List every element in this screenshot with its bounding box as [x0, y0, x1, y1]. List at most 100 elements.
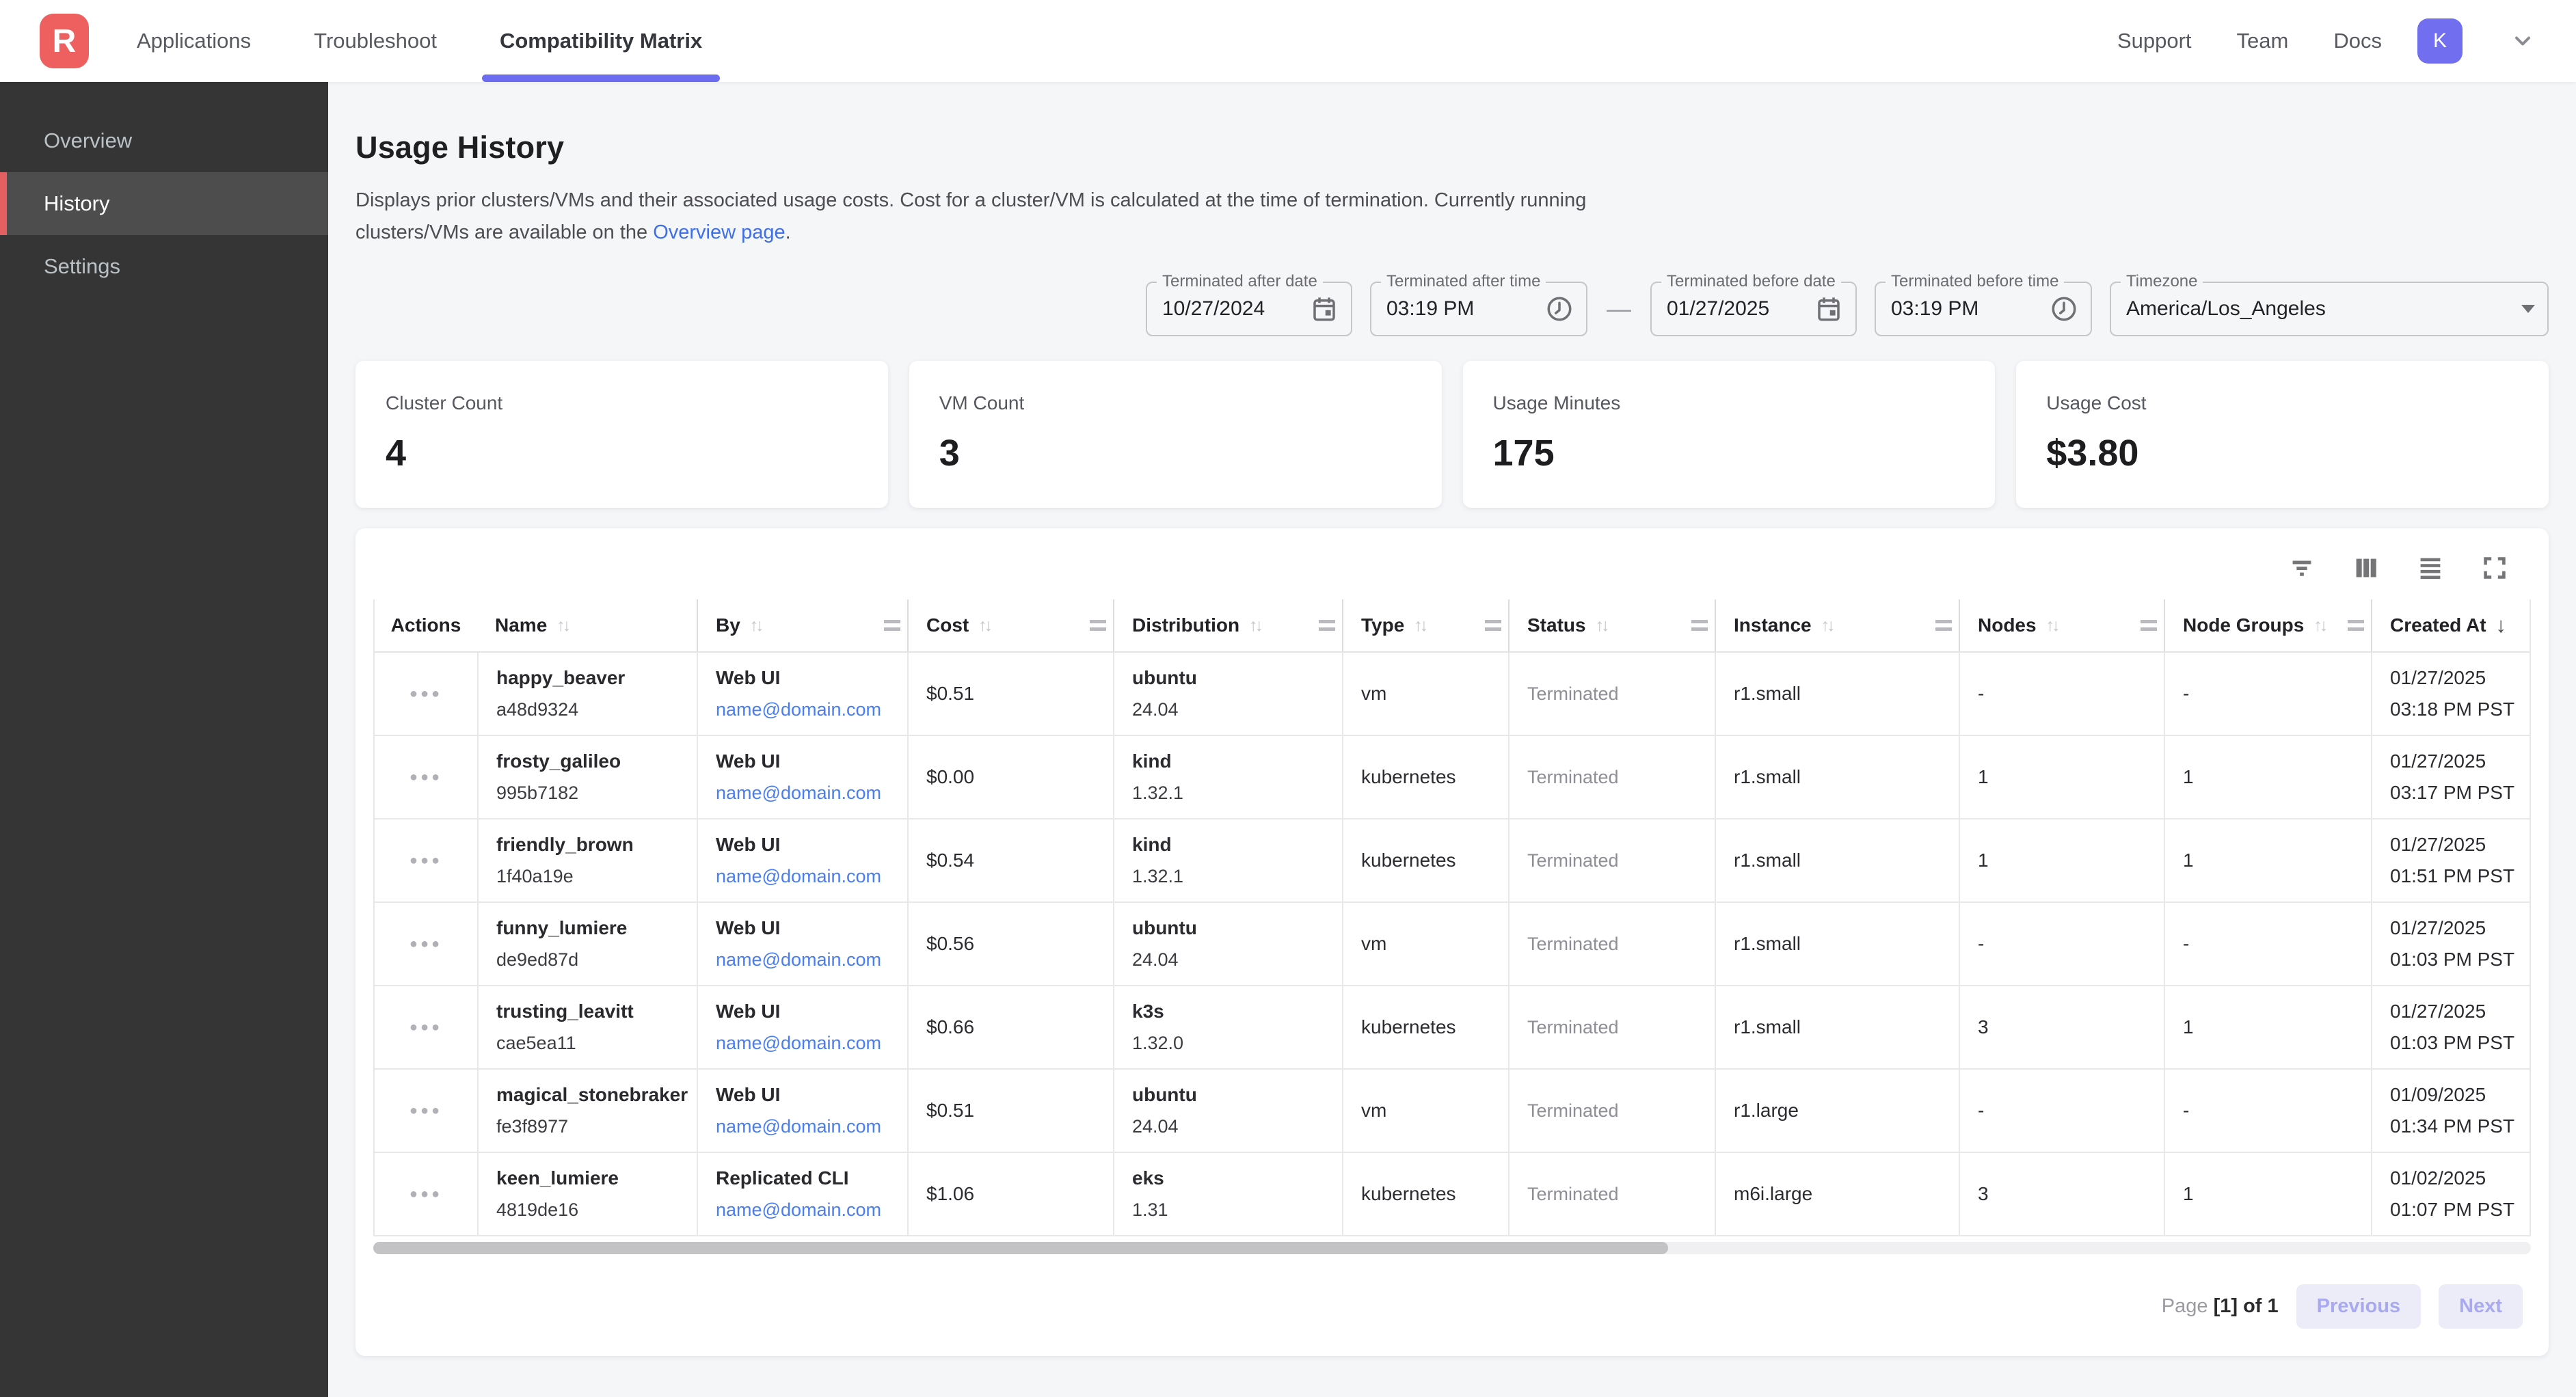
nav-link-docs[interactable]: Docs — [2333, 29, 2382, 53]
row-actions-button[interactable]: ●●● — [410, 1186, 442, 1202]
range-dash: — — [1607, 295, 1631, 323]
column-resize-handle[interactable] — [884, 620, 900, 631]
terminated-before-date-field[interactable]: Terminated before date 01/27/2025 — [1650, 282, 1857, 336]
status-badge: Terminated — [1527, 934, 1619, 955]
column-resize-handle[interactable] — [1691, 620, 1708, 631]
column-header-node-groups[interactable]: Node Groups↑↓ — [2164, 599, 2371, 651]
terminated-after-date-field[interactable]: Terminated after date 10/27/2024 — [1146, 282, 1352, 336]
stat-cards: Cluster Count 4 VM Count 3 Usage Minutes… — [355, 361, 2549, 508]
table-row: ●●● frosty_galileo995b7182 Web UIname@do… — [375, 736, 2530, 819]
sidebar-item-overview[interactable]: Overview — [0, 109, 328, 172]
email-link[interactable]: name@domain.com — [716, 1115, 881, 1138]
main-content: Usage History Displays prior clusters/VM… — [328, 82, 2576, 1397]
email-link[interactable]: name@domain.com — [716, 1198, 881, 1221]
avatar[interactable]: K — [2417, 18, 2463, 64]
sort-icon: ↑↓ — [978, 616, 990, 636]
status-badge: Terminated — [1527, 850, 1619, 871]
email-link[interactable]: name@domain.com — [716, 698, 881, 721]
column-resize-handle[interactable] — [1935, 620, 1952, 631]
sort-icon: ↑↓ — [1249, 616, 1261, 636]
sort-icon: ↑↓ — [2313, 616, 2325, 636]
column-resize-handle[interactable] — [2348, 620, 2364, 631]
row-actions-button[interactable]: ●●● — [410, 686, 442, 702]
filter-icon — [2286, 552, 2318, 584]
next-button[interactable]: Next — [2439, 1284, 2523, 1329]
column-header-by[interactable]: By↑↓ — [697, 599, 907, 651]
clock-icon[interactable] — [1545, 295, 1574, 323]
sidebar-item-history[interactable]: History — [0, 172, 328, 235]
page-indicator: Page [1] of 1 — [2162, 1295, 2279, 1318]
column-resize-handle[interactable] — [2141, 620, 2157, 631]
email-link[interactable]: name@domain.com — [716, 781, 881, 804]
density-icon — [2415, 552, 2446, 584]
pagination: Page [1] of 1 Previous Next — [373, 1284, 2531, 1329]
table-toolbar — [373, 546, 2531, 590]
calendar-icon[interactable] — [1814, 295, 1843, 323]
status-badge: Terminated — [1527, 683, 1619, 705]
stat-card-vm-count: VM Count 3 — [909, 361, 1442, 508]
page-description: Displays prior clusters/VMs and their as… — [355, 185, 2549, 249]
timezone-select[interactable]: Timezone America/Los_Angeles — [2110, 282, 2549, 336]
table-row: ●●● happy_beavera48d9324 Web UIname@doma… — [375, 653, 2530, 736]
nav-link-team[interactable]: Team — [2237, 29, 2289, 53]
table-header-row: Actions Name↑↓ By↑↓ Cost↑↓ Distribution↑… — [375, 599, 2530, 653]
terminated-before-time-field[interactable]: Terminated before time 03:19 PM — [1875, 282, 2092, 336]
density-button[interactable] — [2415, 552, 2446, 584]
column-header-name[interactable]: Name↑↓ — [477, 599, 697, 651]
column-resize-handle[interactable] — [1485, 620, 1501, 631]
sort-desc-icon: ↓ — [2496, 613, 2507, 638]
column-resize-handle[interactable] — [1090, 620, 1106, 631]
calendar-icon[interactable] — [1310, 295, 1339, 323]
status-badge: Terminated — [1527, 1100, 1619, 1122]
column-header-type[interactable]: Type↑↓ — [1342, 599, 1508, 651]
nav-item-applications[interactable]: Applications — [137, 0, 251, 82]
column-header-created-at[interactable]: Created At↓ — [2371, 599, 2530, 651]
nav-link-support[interactable]: Support — [2117, 29, 2192, 53]
sidebar-item-settings[interactable]: Settings — [0, 235, 328, 298]
column-header-status[interactable]: Status↑↓ — [1508, 599, 1715, 651]
horizontal-scrollbar[interactable] — [373, 1242, 2531, 1254]
email-link[interactable]: name@domain.com — [716, 865, 881, 888]
filter-bar: Terminated after date 10/27/2024 Termina… — [355, 282, 2549, 336]
usage-table-card: Actions Name↑↓ By↑↓ Cost↑↓ Distribution↑… — [355, 528, 2549, 1356]
columns-button[interactable] — [2350, 552, 2382, 584]
email-link[interactable]: name@domain.com — [716, 948, 881, 971]
table-row: ●●● keen_lumiere4819de16 Replicated CLIn… — [375, 1153, 2530, 1236]
nav-item-compatibility-matrix[interactable]: Compatibility Matrix — [500, 0, 702, 82]
column-header-actions: Actions — [375, 599, 477, 651]
column-header-cost[interactable]: Cost↑↓ — [907, 599, 1113, 651]
previous-button[interactable]: Previous — [2296, 1284, 2421, 1329]
overview-page-link[interactable]: Overview page — [653, 221, 785, 243]
fullscreen-button[interactable] — [2479, 552, 2510, 584]
nav-item-troubleshoot[interactable]: Troubleshoot — [314, 0, 437, 82]
brand-logo[interactable]: R — [40, 14, 89, 68]
sort-icon: ↑↓ — [1821, 616, 1833, 636]
column-header-instance[interactable]: Instance↑↓ — [1715, 599, 1959, 651]
fullscreen-icon — [2479, 552, 2510, 584]
active-tab-underline — [482, 74, 720, 82]
row-actions-button[interactable]: ●●● — [410, 853, 442, 869]
dropdown-arrow-icon — [2521, 305, 2535, 313]
table-row: ●●● funny_lumierede9ed87d Web UIname@dom… — [375, 903, 2530, 986]
sidebar: Overview History Settings — [0, 82, 328, 1397]
chevron-down-icon[interactable] — [2510, 29, 2535, 53]
column-header-nodes[interactable]: Nodes↑↓ — [1959, 599, 2164, 651]
email-link[interactable]: name@domain.com — [716, 1031, 881, 1055]
filter-button[interactable] — [2286, 552, 2318, 584]
clock-icon[interactable] — [2050, 295, 2078, 323]
secondary-nav: Support Team Docs K — [2117, 18, 2535, 64]
table-row: ●●● magical_stonebrakerfe3f8977 Web UIna… — [375, 1070, 2530, 1153]
column-header-distribution[interactable]: Distribution↑↓ — [1113, 599, 1342, 651]
row-actions-button[interactable]: ●●● — [410, 936, 442, 952]
scrollbar-thumb[interactable] — [373, 1242, 1668, 1254]
sort-icon: ↑↓ — [556, 616, 568, 636]
terminated-after-time-field[interactable]: Terminated after time 03:19 PM — [1370, 282, 1587, 336]
columns-icon — [2350, 552, 2382, 584]
row-actions-button[interactable]: ●●● — [410, 1103, 442, 1119]
row-actions-button[interactable]: ●●● — [410, 770, 442, 785]
stat-card-cluster-count: Cluster Count 4 — [355, 361, 888, 508]
row-actions-button[interactable]: ●●● — [410, 1020, 442, 1035]
table-row: ●●● friendly_brown1f40a19e Web UIname@do… — [375, 819, 2530, 903]
status-badge: Terminated — [1527, 1184, 1619, 1205]
column-resize-handle[interactable] — [1319, 620, 1335, 631]
